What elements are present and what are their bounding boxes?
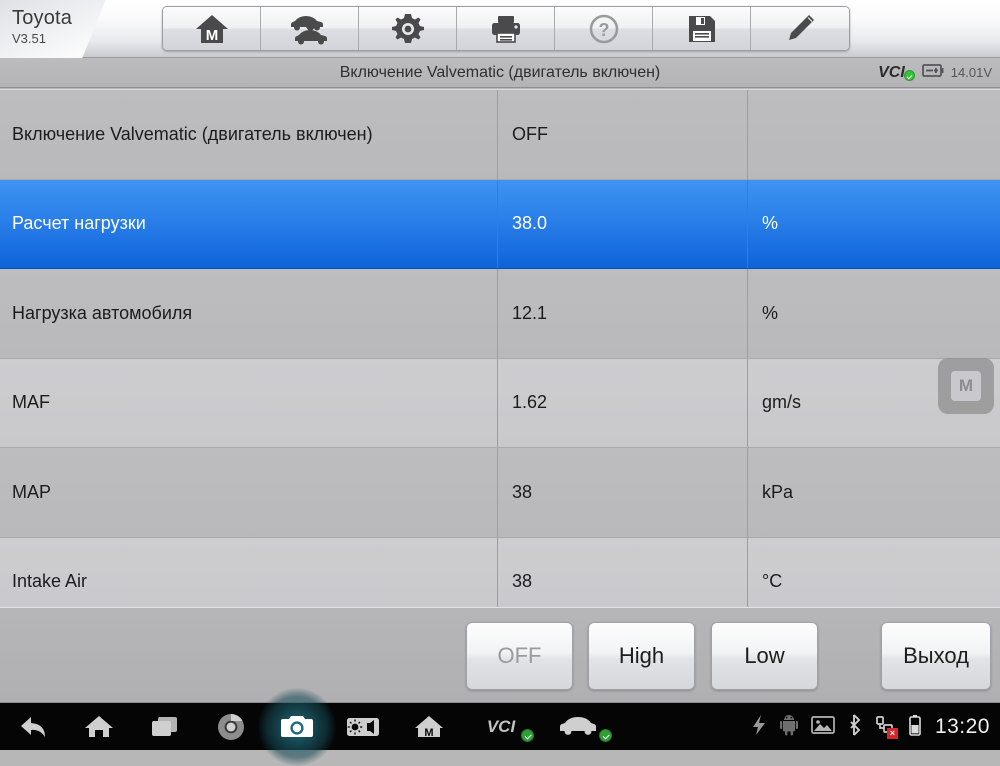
brand-version: V3.51 [12,31,46,46]
vehicle-check-icon [599,728,612,742]
system-status-icons: × 13:20 [751,703,1000,751]
parameter-name-cell: MAP [0,448,498,537]
title-bar: Включение Valvematic (двигатель включен)… [0,58,1000,88]
edit-button[interactable] [751,7,849,50]
battery-icon [921,63,944,83]
android-robot-icon [779,714,798,741]
action-button-bar: OFF High Low Выход [0,607,1000,702]
chrome-icon [216,712,246,742]
battery-voltage: 14.01V [950,65,992,80]
back-arrow-icon [18,714,48,740]
vehicle-swap-button[interactable] [261,7,359,50]
settings-button[interactable] [359,7,457,50]
nav-vci-label: VCI [486,716,516,736]
off-button: OFF [466,622,573,690]
help-button[interactable]: ? [555,7,653,50]
table-row[interactable]: Включение Valvematic (двигатель включен)… [0,90,1000,180]
svg-text:M: M [205,27,218,44]
nav-camera-button[interactable] [264,703,330,751]
home-m-icon: M [414,714,444,740]
nav-display-button[interactable] [330,703,396,751]
camera-icon [280,713,314,741]
parameter-name-cell: Включение Valvematic (двигатель включен) [0,90,498,179]
printer-icon [488,13,524,45]
parameter-unit-cell: % [762,302,779,323]
parameter-unit-cell: % [762,213,779,234]
toolbar-button-group: M ? [162,6,850,51]
home-m-icon: M [192,13,232,45]
print-button[interactable] [457,7,555,50]
vci-connected-icon [903,69,915,81]
vci-check-icon [521,728,534,742]
bluetooth-icon [848,713,862,741]
home-icon [84,714,114,740]
save-button[interactable] [653,7,751,50]
nav-vci-status[interactable]: VCI [462,703,540,751]
svg-text:?: ? [598,20,609,40]
parameter-value-cell: 12.1 [498,269,748,358]
parameter-value-cell: OFF [498,90,748,179]
network-disconnected-icon: × [875,715,898,740]
top-toolbar: Toyota V3.51 M ? [0,0,1000,58]
table-row[interactable]: Нагрузка автомобиля 12.1% [0,269,1000,359]
low-button[interactable]: Low [711,622,818,690]
car-swap-icon [287,12,333,46]
parameter-value-cell: 38.0 [498,179,748,268]
system-clock: 13:20 [934,715,990,738]
page-title: Включение Valvematic (двигатель включен) [339,63,661,81]
svg-text:M: M [424,727,433,739]
recents-icon [150,714,180,740]
parameter-unit-cell [748,90,1000,179]
high-button[interactable]: High [588,622,695,690]
car-check-icon [559,714,599,740]
vci-status-group: VCI 14.01V [878,58,992,87]
android-navigation-bar: M VCI × 13:20 [0,702,1000,750]
vci-label: VCI [878,64,915,82]
parameter-name-cell: MAF [0,358,498,447]
home-m-button[interactable]: M [163,7,261,50]
exit-button[interactable]: Выход [881,622,991,690]
nav-back-button[interactable] [0,703,66,751]
lightning-icon [751,714,767,741]
disconnected-x-icon: × [886,727,898,739]
brightness-volume-icon [346,715,380,739]
parameter-value-cell: 1.62 [498,358,748,447]
question-circle-icon: ? [587,12,621,46]
floating-multitask-button[interactable]: M [938,358,994,414]
brand-logo: Toyota V3.51 [0,0,160,58]
table-row[interactable]: MAF 1.62 gm/s [0,358,1000,448]
brand-name: Toyota [12,7,73,29]
table-row[interactable]: Расчет нагрузки 38.0% [0,179,1000,269]
table-row[interactable]: MAP 38 kPa [0,448,1000,538]
parameter-unit-cell: kPa [762,481,794,502]
nav-diagnostic-home-button[interactable]: M [396,703,462,751]
gear-icon [391,12,425,46]
parameter-name-cell: Нагрузка автомобиля [0,269,498,358]
floating-m-icon: M [951,366,986,401]
battery-icon [908,714,922,741]
live-data-table[interactable]: Включение Valvematic (двигатель включен)… [0,89,1000,627]
parameter-name-cell: Расчет нагрузки [0,179,498,268]
nav-home-button[interactable] [66,703,132,751]
nav-chrome-button[interactable] [198,703,264,751]
pencil-icon [783,13,817,45]
nav-recents-button[interactable] [132,703,198,751]
gallery-icon [811,715,835,740]
parameter-value-cell: 38 [498,448,748,537]
floppy-disk-icon [687,14,717,44]
nav-vehicle-status[interactable] [540,703,618,751]
